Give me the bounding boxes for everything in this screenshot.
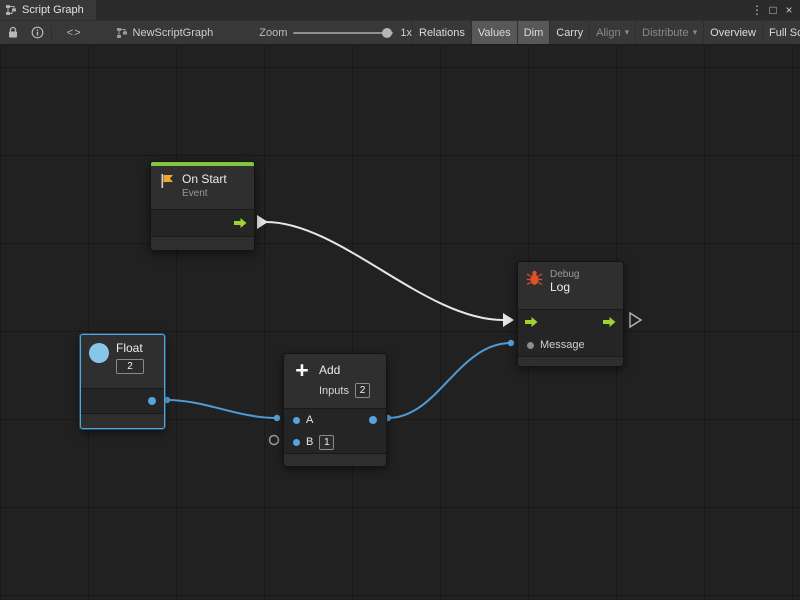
values-button[interactable]: Values bbox=[471, 21, 517, 44]
port-b-label: B bbox=[306, 436, 313, 448]
zoom-slider-handle[interactable] bbox=[382, 28, 392, 38]
node-footer bbox=[284, 453, 386, 466]
node-ports bbox=[151, 209, 254, 236]
node-footer bbox=[151, 236, 254, 250]
node-ports: Message bbox=[518, 309, 623, 356]
node-add[interactable]: + Add Inputs 2 A B 1 bbox=[283, 353, 387, 466]
zoom-label: Zoom bbox=[259, 27, 287, 39]
tab-script-graph[interactable]: Script Graph bbox=[0, 0, 96, 20]
log-control-output-unconnected[interactable] bbox=[630, 313, 641, 327]
inspect-button[interactable] bbox=[31, 26, 44, 39]
graph-canvas[interactable]: On Start Event Debug bbox=[0, 45, 800, 600]
input-a-port[interactable] bbox=[293, 417, 300, 424]
toolbar-divider bbox=[51, 26, 52, 40]
node-on-start[interactable]: On Start Event bbox=[150, 161, 255, 251]
node-ports bbox=[81, 388, 164, 413]
graph-name-group: NewScriptGraph bbox=[116, 27, 214, 39]
node-debug-log[interactable]: Debug Log Message bbox=[517, 261, 624, 366]
control-input-port[interactable] bbox=[525, 316, 538, 328]
lock-button[interactable] bbox=[7, 26, 19, 39]
port-a-label: A bbox=[306, 414, 313, 426]
window-controls: ⋮ □ × bbox=[749, 0, 800, 20]
maximize-icon[interactable]: □ bbox=[765, 0, 781, 20]
graph-asset-icon bbox=[116, 27, 128, 39]
control-output-port[interactable] bbox=[234, 217, 247, 229]
message-port-label: Message bbox=[540, 339, 585, 351]
node-ports: A B 1 bbox=[284, 408, 386, 453]
port-row-b: B 1 bbox=[284, 431, 386, 453]
node-title: Float bbox=[116, 342, 144, 355]
node-header: Float 2 bbox=[81, 335, 164, 388]
node-footer bbox=[81, 413, 164, 428]
wire-float-to-add-a[interactable] bbox=[167, 400, 277, 418]
chevron-down-icon: ▾ bbox=[625, 27, 630, 38]
wire-endpoint bbox=[274, 415, 280, 421]
chevron-down-icon: ▾ bbox=[693, 27, 698, 38]
wire-add-to-message[interactable] bbox=[388, 343, 511, 418]
zoom-control: Zoom 1x bbox=[259, 27, 412, 39]
dim-button[interactable]: Dim bbox=[517, 21, 550, 44]
control-port-row bbox=[518, 310, 623, 334]
float-output-port[interactable] bbox=[148, 397, 156, 405]
message-input-port[interactable] bbox=[527, 342, 534, 349]
bug-icon bbox=[526, 269, 543, 286]
window-menu-icon[interactable]: ⋮ bbox=[749, 0, 765, 20]
close-icon[interactable]: × bbox=[781, 0, 797, 20]
script-graph-icon bbox=[5, 4, 17, 16]
wire-arrowhead bbox=[503, 313, 514, 327]
flag-icon bbox=[159, 173, 175, 189]
wire-layer bbox=[0, 45, 800, 600]
graph-toolbar: <> NewScriptGraph Zoom 1x Relations bbox=[0, 20, 800, 45]
wire-onstart-to-log[interactable] bbox=[266, 222, 503, 320]
lock-icon bbox=[7, 26, 19, 39]
add-output-port[interactable] bbox=[369, 416, 377, 424]
fullscreen-button[interactable]: Full Screen bbox=[762, 21, 800, 44]
control-output-port[interactable] bbox=[603, 316, 616, 328]
node-title: Add bbox=[319, 364, 340, 377]
inputs-count-field[interactable]: 2 bbox=[355, 383, 370, 398]
tab-title: Script Graph bbox=[22, 4, 84, 16]
node-footer bbox=[518, 356, 623, 366]
carry-button[interactable]: Carry bbox=[549, 21, 589, 44]
tab-bar: Script Graph ⋮ □ × bbox=[0, 0, 800, 20]
wire-endpoint bbox=[508, 340, 514, 346]
zoom-value: 1x bbox=[400, 27, 412, 39]
align-button: Align▾ bbox=[589, 21, 635, 44]
node-title: On Start bbox=[182, 173, 227, 186]
b-value-field[interactable]: 1 bbox=[319, 435, 334, 450]
node-header: On Start Event bbox=[151, 166, 254, 209]
tab-bar-spacer bbox=[96, 0, 749, 20]
code-preview-button[interactable]: <> bbox=[67, 27, 82, 39]
node-title: Log bbox=[550, 281, 579, 294]
float-value-field[interactable]: 2 bbox=[116, 359, 144, 374]
node-header: + Add Inputs 2 bbox=[284, 354, 386, 408]
zoom-slider[interactable] bbox=[293, 32, 393, 34]
info-icon bbox=[31, 26, 44, 39]
distribute-button: Distribute▾ bbox=[635, 21, 703, 44]
add-b-unconnected-port[interactable] bbox=[270, 436, 279, 445]
relations-button[interactable]: Relations bbox=[412, 21, 471, 44]
inputs-label: Inputs bbox=[319, 385, 349, 397]
overview-button[interactable]: Overview bbox=[703, 21, 762, 44]
port-row-a: A bbox=[284, 409, 386, 431]
add-icon: + bbox=[292, 360, 312, 380]
node-subtitle: Event bbox=[182, 188, 227, 200]
node-float[interactable]: Float 2 bbox=[80, 334, 165, 429]
toolbar-left: <> NewScriptGraph Zoom 1x bbox=[0, 21, 412, 44]
toolbar-buttons: Relations Values Dim Carry Align▾ Distri… bbox=[412, 21, 800, 44]
input-b-port[interactable] bbox=[293, 439, 300, 446]
message-port-row: Message bbox=[518, 334, 623, 356]
script-graph-window: Script Graph ⋮ □ × bbox=[0, 0, 800, 600]
graph-name-label: NewScriptGraph bbox=[133, 27, 214, 39]
node-header: Debug Log bbox=[518, 262, 623, 309]
float-type-icon bbox=[89, 343, 109, 363]
